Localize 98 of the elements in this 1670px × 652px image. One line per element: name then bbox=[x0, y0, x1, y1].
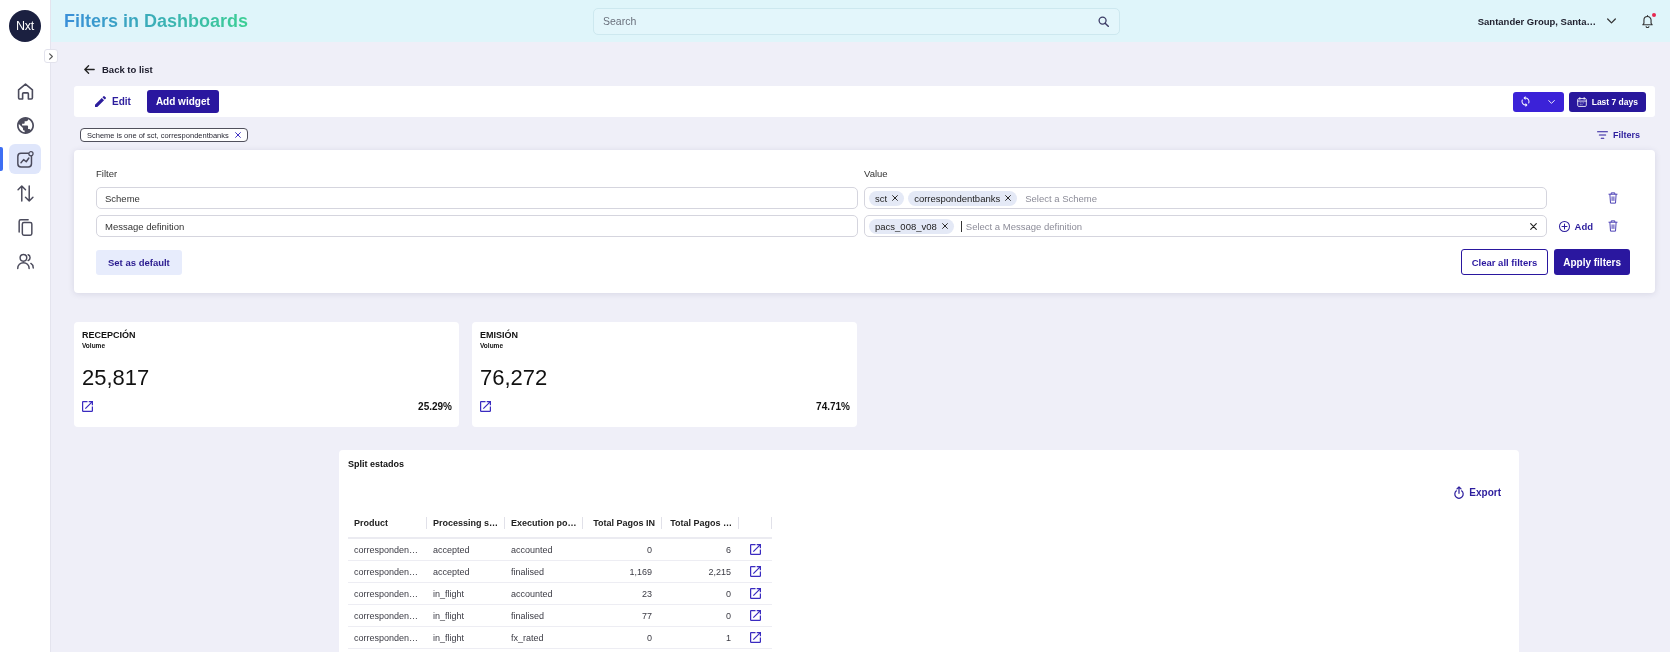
table-cell: finalised bbox=[505, 561, 583, 583]
documents-icon bbox=[16, 218, 34, 236]
refresh-icon bbox=[1521, 96, 1531, 107]
table-cell: accounted bbox=[505, 539, 583, 561]
search-icon[interactable] bbox=[1098, 15, 1109, 27]
external-link-icon[interactable] bbox=[750, 544, 761, 555]
column-header: Total Pagos … bbox=[662, 509, 739, 539]
table-cell: corresponden… bbox=[348, 561, 427, 583]
column-header: Product bbox=[348, 509, 427, 539]
active-indicator bbox=[0, 147, 3, 171]
home-icon bbox=[16, 82, 34, 100]
add-widget-button[interactable]: Add widget bbox=[146, 90, 219, 113]
widget-title: Split estados bbox=[348, 458, 404, 470]
calendar-icon bbox=[1576, 96, 1587, 107]
table-cell: fx_rated bbox=[505, 627, 583, 649]
table-cell: corresponden… bbox=[348, 605, 427, 627]
chart-icon bbox=[16, 150, 34, 168]
column-label: Value bbox=[864, 168, 888, 180]
card-title: RECEPCIÓN bbox=[82, 330, 136, 341]
table-cell: 0 bbox=[662, 605, 739, 627]
table-cell: 1,169 bbox=[583, 561, 662, 583]
value-select-field[interactable]: sct correspondentbanks Select a Scheme bbox=[864, 187, 1547, 209]
value-chip[interactable]: sct bbox=[869, 190, 905, 206]
filter-select[interactable]: Scheme bbox=[96, 187, 858, 209]
logo: Nxt bbox=[9, 10, 41, 42]
close-icon[interactable] bbox=[1005, 195, 1012, 201]
table-cell: in_flight bbox=[427, 605, 505, 627]
card-title: EMISIÓN bbox=[480, 330, 518, 341]
trash-icon[interactable] bbox=[1608, 192, 1618, 204]
clear-icon[interactable] bbox=[1530, 222, 1537, 230]
column-header: Processing s… bbox=[427, 509, 505, 539]
bell-icon[interactable] bbox=[1642, 14, 1653, 28]
table-cell: 0 bbox=[583, 539, 662, 561]
table-cell: accounted bbox=[505, 583, 583, 605]
apply-filters-button[interactable]: Apply filters bbox=[1554, 249, 1630, 275]
pencil-icon bbox=[95, 96, 106, 107]
chevron-right-icon bbox=[49, 52, 53, 60]
clear-filters-button[interactable]: Clear all filters bbox=[1460, 249, 1549, 275]
table-cell: in_flight bbox=[427, 627, 505, 649]
plus-circle-icon bbox=[1558, 220, 1570, 232]
table-cell: finalised bbox=[505, 605, 583, 627]
add-button[interactable]: Add bbox=[1558, 219, 1593, 233]
refresh-button[interactable] bbox=[1512, 91, 1539, 112]
table-cell: 2,215 bbox=[662, 561, 739, 583]
table-cell: accepted bbox=[427, 539, 505, 561]
upload-icon bbox=[1454, 485, 1465, 499]
external-link-icon[interactable] bbox=[750, 632, 761, 643]
refresh-options-button[interactable] bbox=[1538, 91, 1564, 112]
column-label: Filter bbox=[96, 168, 118, 180]
trash-icon[interactable] bbox=[1608, 220, 1618, 232]
globe-icon bbox=[16, 116, 34, 134]
external-link-icon[interactable] bbox=[750, 588, 761, 599]
account-menu[interactable]: Santander Group, Santa… bbox=[1477, 11, 1616, 31]
search-field[interactable]: Search bbox=[593, 7, 1120, 35]
stat-percentage: 74.71% bbox=[816, 401, 850, 412]
table-cell: 6 bbox=[662, 539, 739, 561]
arrow-left-icon bbox=[84, 64, 95, 74]
edit-button[interactable]: Edit bbox=[88, 90, 138, 113]
stat-value: 76,272 bbox=[480, 365, 548, 391]
stat-value: 25,817 bbox=[82, 365, 150, 391]
table-cell: corresponden… bbox=[348, 627, 427, 649]
nav-item[interactable] bbox=[9, 144, 41, 174]
close-icon[interactable] bbox=[234, 132, 241, 138]
table-cell: 23 bbox=[583, 583, 662, 605]
external-link-icon[interactable] bbox=[750, 610, 761, 621]
table-cell: 77 bbox=[583, 605, 662, 627]
external-link-icon[interactable] bbox=[480, 401, 491, 412]
users-icon bbox=[16, 252, 34, 270]
table-cell: in_flight bbox=[427, 583, 505, 605]
filter-select[interactable]: Message definition bbox=[96, 215, 858, 237]
external-link-icon[interactable] bbox=[750, 566, 761, 577]
table-cell: 1 bbox=[662, 627, 739, 649]
table-cell: corresponden… bbox=[348, 539, 427, 561]
sidebar-toggle[interactable] bbox=[44, 49, 58, 63]
up-down-arrows-icon bbox=[16, 184, 34, 202]
column-header: Execution po… bbox=[505, 509, 583, 539]
chevron-down-icon bbox=[1607, 18, 1616, 24]
table-cell: accepted bbox=[427, 561, 505, 583]
value-input[interactable]: Select a Message definition bbox=[965, 218, 1526, 234]
close-icon[interactable] bbox=[941, 223, 948, 229]
value-select-field[interactable]: pacs_008_v08 Select a Message definition bbox=[864, 215, 1547, 237]
back-link[interactable]: Back to list bbox=[84, 62, 153, 76]
close-icon[interactable] bbox=[892, 195, 899, 201]
export-button[interactable]: Export bbox=[1454, 485, 1501, 499]
table-cell: 0 bbox=[583, 627, 662, 649]
external-link-icon[interactable] bbox=[82, 401, 93, 412]
value-input[interactable]: Select a Scheme bbox=[1021, 190, 1542, 206]
value-chip[interactable]: correspondentbanks bbox=[908, 190, 1018, 206]
chevron-down-icon bbox=[1547, 99, 1555, 104]
column-header: Total Pagos IN bbox=[583, 509, 662, 539]
table-cell: 0 bbox=[662, 583, 739, 605]
set-default-button[interactable]: Set as default bbox=[96, 249, 182, 275]
date-range-button[interactable]: Last 7 days bbox=[1568, 91, 1646, 112]
table-cell: corresponden… bbox=[348, 583, 427, 605]
filter-icon bbox=[1597, 131, 1608, 139]
filters-button[interactable]: Filters bbox=[1597, 128, 1640, 142]
value-chip[interactable]: pacs_008_v08 bbox=[869, 218, 954, 234]
stat-percentage: 25.29% bbox=[418, 401, 452, 412]
